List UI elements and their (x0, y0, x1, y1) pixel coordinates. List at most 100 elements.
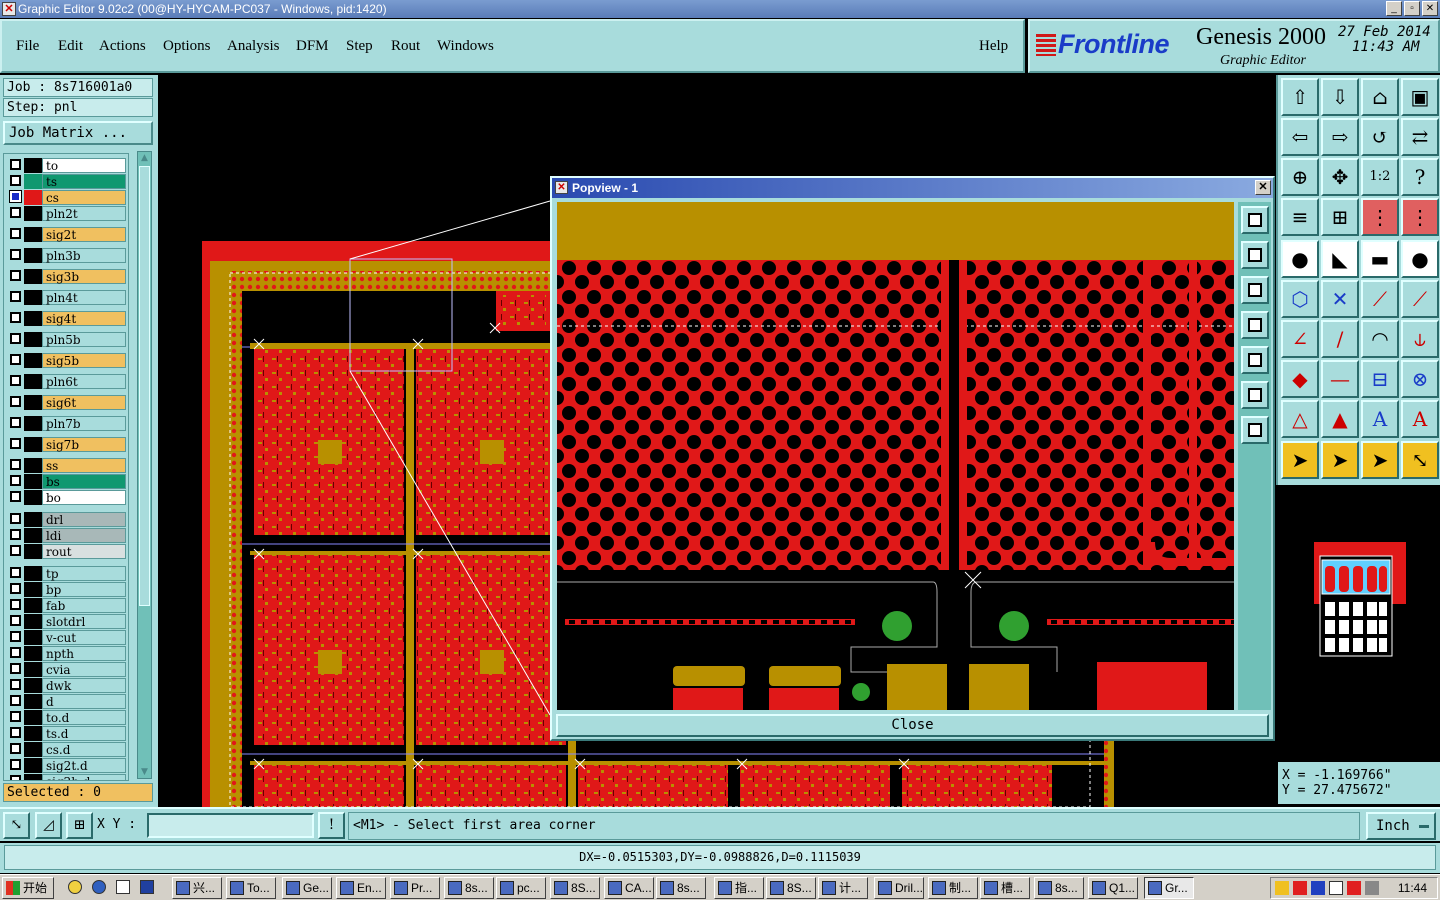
layer-checkbox[interactable] (10, 679, 21, 690)
layer-name[interactable]: pln4t (42, 290, 126, 305)
layer-checkbox[interactable] (9, 190, 22, 203)
layer-row[interactable]: pln2t (8, 206, 126, 221)
taskbar-task[interactable]: 计... (818, 877, 868, 899)
triangle-alt-icon[interactable]: ▲ (1321, 400, 1359, 438)
layer-name[interactable]: sig3b (42, 269, 126, 284)
menu-rout[interactable]: Rout (391, 38, 420, 55)
layer-checkbox[interactable] (10, 513, 21, 524)
layer-color-swatch[interactable] (24, 490, 42, 505)
layer-checkbox[interactable] (10, 207, 21, 218)
snap-grid-icon[interactable]: ⊞ (66, 812, 93, 839)
swap-icon[interactable]: ⇄ (1401, 118, 1439, 156)
layer-color-swatch[interactable] (24, 416, 42, 431)
layer-color-swatch[interactable] (24, 566, 42, 581)
taskbar-task[interactable]: 8s... (656, 877, 706, 899)
layer-color-swatch[interactable] (24, 158, 42, 173)
layer-name[interactable]: sig2t (42, 227, 126, 242)
layer-row[interactable]: pln7b (8, 416, 126, 431)
layer-checkbox[interactable] (10, 545, 21, 556)
popview-pan-down-icon[interactable] (1241, 276, 1269, 304)
layer-color-swatch[interactable] (24, 374, 42, 389)
layer-color-swatch[interactable] (24, 678, 42, 693)
layer-checkbox[interactable] (10, 375, 21, 386)
popview-zoom-fit-icon[interactable] (1241, 206, 1269, 234)
scroll-up-icon[interactable]: ▲ (139, 152, 150, 164)
layer-name[interactable]: tp (42, 566, 126, 581)
layer-checkbox[interactable] (10, 228, 21, 239)
maximize-button[interactable]: ▫ (1404, 1, 1420, 16)
zoom-center-icon[interactable]: ✥ (1321, 158, 1359, 196)
pointer-area-icon[interactable]: ➤ (1361, 441, 1399, 479)
quicklaunch-ie-icon[interactable] (92, 880, 106, 894)
layer-checkbox[interactable] (10, 438, 21, 449)
layer-color-swatch[interactable] (24, 174, 42, 189)
layer-name[interactable]: pln3b (42, 248, 126, 263)
layer-row[interactable]: sig6t (8, 395, 126, 410)
layer-row[interactable]: v-cut (8, 630, 126, 645)
layer-scrollbar[interactable]: ▲ ▼ (137, 151, 152, 779)
layer-checkbox[interactable] (10, 599, 21, 610)
layer-name[interactable]: pln5b (42, 332, 126, 347)
taskbar-task[interactable]: En... (336, 877, 386, 899)
layer-color-swatch[interactable] (24, 544, 42, 559)
taskbar-task[interactable]: 8s... (1034, 877, 1084, 899)
menu-analysis[interactable]: Analysis (227, 38, 280, 55)
layer-name[interactable]: bs (42, 474, 126, 489)
taskbar-task[interactable]: 8s... (444, 877, 494, 899)
layer-checkbox[interactable] (10, 647, 21, 658)
minimize-button[interactable]: _ (1386, 1, 1402, 16)
layer-color-swatch[interactable] (24, 227, 42, 242)
taskbar-task[interactable]: Pr... (390, 877, 440, 899)
info-icon[interactable]: ! (318, 812, 345, 839)
taskbar-task[interactable]: Ge... (282, 877, 332, 899)
layer-color-swatch[interactable] (24, 269, 42, 284)
taskbar-task[interactable]: To... (226, 877, 276, 899)
layer-row[interactable]: dwk (8, 678, 126, 693)
layer-color-swatch[interactable] (24, 437, 42, 452)
zoom-area-icon[interactable]: ⤡ (3, 812, 30, 839)
layer-checkbox[interactable] (10, 491, 21, 502)
pad-icon[interactable]: ● (1401, 240, 1439, 278)
layer-name[interactable]: sig4t (42, 311, 126, 326)
layer-color-swatch[interactable] (24, 694, 42, 709)
job-matrix-button[interactable]: Job Matrix ... (3, 121, 153, 145)
layer-row[interactable]: d (8, 694, 126, 709)
layer-checkbox[interactable] (10, 759, 21, 770)
layer-name[interactable]: pln2t (42, 206, 126, 221)
layer-row[interactable]: ts (8, 174, 126, 189)
pointer-net-icon[interactable]: ⤡ (1401, 441, 1439, 479)
layer-name[interactable]: sig2b.d (42, 774, 126, 780)
layer-row[interactable]: ldi (8, 528, 126, 543)
quicklaunch-edit-icon[interactable] (116, 880, 130, 894)
layer-name[interactable]: ss (42, 458, 126, 473)
layer-color-swatch[interactable] (24, 248, 42, 263)
line-icon[interactable]: ⟋ (1361, 280, 1399, 318)
scroll-down-icon[interactable]: ▼ (139, 766, 150, 778)
menu-step[interactable]: Step (346, 38, 373, 55)
layer-row[interactable]: sig2b.d (8, 774, 126, 780)
box-icon[interactable]: ⊟ (1361, 360, 1399, 398)
tray-x-icon[interactable] (1311, 881, 1325, 895)
layer-checkbox[interactable] (10, 615, 21, 626)
zoom-home-icon[interactable]: ⇧ (1281, 78, 1319, 116)
tray-a-icon[interactable] (1293, 881, 1307, 895)
layer-row[interactable]: sig7b (8, 437, 126, 452)
tray-pencil-icon[interactable] (1275, 881, 1289, 895)
grid-icon[interactable]: ⊞ (1321, 198, 1359, 236)
quicklaunch-clock-icon[interactable] (68, 880, 82, 894)
layer-row[interactable]: cvia (8, 662, 126, 677)
layer-row[interactable]: rout (8, 544, 126, 559)
taskbar-task[interactable]: 槽... (980, 877, 1030, 899)
layer-color-swatch[interactable] (24, 290, 42, 305)
layer-row[interactable]: sig3b (8, 269, 126, 284)
popview-pan-right-icon[interactable] (1241, 346, 1269, 374)
layer-name[interactable]: v-cut (42, 630, 126, 645)
layer-row[interactable]: sig5b (8, 353, 126, 368)
layer-checkbox[interactable] (10, 291, 21, 302)
layer-color-swatch[interactable] (24, 512, 42, 527)
redraw-icon[interactable]: ↺ (1361, 118, 1399, 156)
pan-left-icon[interactable]: ⇦ (1281, 118, 1319, 156)
layer-checkbox[interactable] (10, 583, 21, 594)
triangle-icon[interactable]: △ (1281, 400, 1319, 438)
measure-tool-icon[interactable]: ◿ (35, 812, 62, 839)
